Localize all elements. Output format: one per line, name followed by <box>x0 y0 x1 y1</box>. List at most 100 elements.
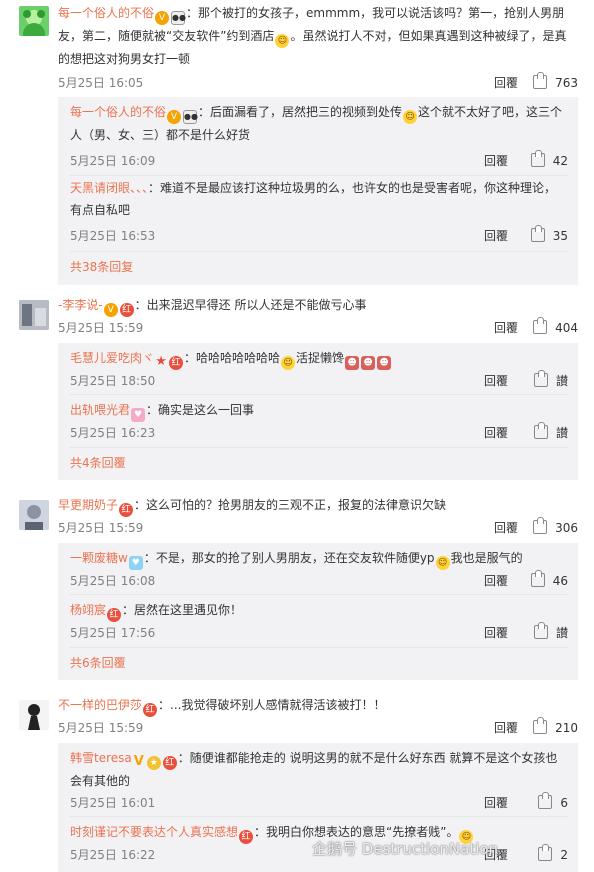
comment-thread: -李李说- V 红：出来混迟早得还 所以人还是不能做亏心事 5月25日 15:59 回… <box>0 290 594 490</box>
like-button[interactable]: 35 <box>530 225 568 247</box>
smile-emoji-icon: ☺ <box>435 556 450 570</box>
username-link[interactable]: 每一个俗人的不俗 <box>70 105 166 119</box>
divider <box>70 647 568 648</box>
more-replies-link[interactable]: 共6条回覆 <box>70 652 126 674</box>
avatar[interactable] <box>19 300 49 330</box>
like-button[interactable]: 42 <box>530 150 568 172</box>
thumbs-up-icon <box>530 225 545 242</box>
vip-badge-icon: V <box>155 11 170 25</box>
like-button[interactable]: 讃 <box>533 370 568 392</box>
username-link[interactable]: 每一个俗人的不俗 <box>58 6 154 20</box>
comment-time: 5月25日 15:59 <box>58 321 144 335</box>
username-link[interactable]: 一颗废糖w <box>70 551 128 565</box>
gold-badge-icon: ★ <box>146 756 161 770</box>
like-button[interactable]: 讃 <box>533 422 568 444</box>
divider <box>70 394 568 395</box>
comment-thread: 每一个俗人的不俗 V ●●：那个被打的女孩子，emmmm，我可以说活该吗？第一，抢别… <box>0 0 594 290</box>
like-button[interactable]: 讃 <box>533 622 568 644</box>
comment-thread: 不一样的巴伊莎红：...我觉得破坏别人感情就得活该被打！！ 5月25日 15:5… <box>0 690 594 872</box>
reply-button[interactable]: 回覆 <box>494 717 518 739</box>
panda-badge-icon: ●● <box>183 110 198 124</box>
thumbs-up-icon <box>533 72 548 89</box>
sticker-icon: ☻ <box>377 356 392 370</box>
thumbs-up-icon <box>533 717 548 734</box>
username-link[interactable]: -李李说- <box>58 298 103 312</box>
comment-time: 5月25日 18:50 <box>70 374 156 388</box>
reply-button[interactable]: 回覆 <box>484 370 508 392</box>
like-button[interactable]: 404 <box>533 317 578 339</box>
reply-button[interactable]: 回覆 <box>494 317 518 339</box>
heart-badge-icon: ♥ <box>131 408 146 422</box>
reply-button[interactable]: 回覆 <box>484 792 508 814</box>
sticker-icon: ☻ <box>345 356 360 370</box>
thumbs-up-icon <box>533 422 548 439</box>
thumbs-up-icon <box>538 844 553 861</box>
like-button[interactable]: 763 <box>533 72 578 94</box>
thumbs-up-icon <box>533 517 548 534</box>
reply-panel: 一颗废糖w ♥ ：不是，那女的抢了别人男朋友，还在交友软件随便yp ☺ 我也是服气的 5… <box>58 543 578 680</box>
avatar[interactable] <box>19 700 49 730</box>
like-button[interactable]: 2 <box>538 844 568 866</box>
reply-button[interactable]: 回覆 <box>494 517 518 539</box>
red-badge-icon: 红 <box>162 756 177 770</box>
more-replies-link[interactable]: 共38条回复 <box>70 256 133 278</box>
reply-button[interactable]: 回覆 <box>484 622 508 644</box>
verified-icon: V <box>133 754 144 769</box>
red-badge-icon: 红 <box>169 356 184 370</box>
like-button[interactable]: 46 <box>530 570 568 592</box>
thumbs-up-icon <box>533 317 548 334</box>
thumbs-up-icon <box>538 792 553 809</box>
divider <box>70 251 568 252</box>
red-badge-icon: 红 <box>119 303 134 317</box>
username-link[interactable]: 韩雪teresa <box>70 751 132 765</box>
comment-time: 5月25日 15:59 <box>58 721 144 735</box>
star-badge-icon: ★ <box>155 354 167 369</box>
vip-badge-icon: V <box>103 303 118 317</box>
comment-time: 5月25日 16:08 <box>70 574 156 588</box>
like-button[interactable]: 6 <box>538 792 568 814</box>
avatar[interactable] <box>19 500 49 530</box>
comment-time: 5月25日 17:56 <box>70 626 156 640</box>
reply-button[interactable]: 回覆 <box>484 225 508 247</box>
avatar[interactable] <box>19 6 49 36</box>
comment-time: 5月25日 16:53 <box>70 229 156 243</box>
username-link[interactable]: 出轨喂光君 <box>70 403 130 417</box>
reply-button[interactable]: 回覆 <box>484 150 508 172</box>
sticker-icon: ☻ <box>361 356 376 370</box>
username-link[interactable]: 早更期奶子 <box>58 498 118 512</box>
reply-button[interactable]: 回覆 <box>494 72 518 94</box>
username-link[interactable]: 毛慧儿爱吃肉ヾ <box>70 351 154 365</box>
username-link[interactable]: 天黑请闭眼、、、 <box>70 181 148 195</box>
reply-button[interactable]: 回覆 <box>484 422 508 444</box>
username-link[interactable]: 时刻谨记不要表达个人真实感想 <box>70 825 238 839</box>
comment-time: 5月25日 16:22 <box>70 848 156 862</box>
more-replies-link[interactable]: 共4条回覆 <box>70 452 126 474</box>
reply-panel: 毛慧儿爱吃肉ヾ★ 红：哈哈哈哈哈哈哈 ☺ 活捉懒馋 ☻ ☻ ☻ 5月25日 18:50 回覆讃… <box>58 343 578 480</box>
badge-icon: ♥ <box>128 556 143 570</box>
comment-thread: 早更期奶子红：这么可怕的？抢男朋友的三观不正，报复的法律意识欠缺 5月25日 1… <box>0 490 594 690</box>
panda-badge-icon: ●● <box>171 11 186 25</box>
red-badge-icon: 红 <box>143 703 158 717</box>
thumbs-up-icon <box>533 622 548 639</box>
like-button[interactable]: 306 <box>533 517 578 539</box>
reply-panel: 每一个俗人的不俗 V ●●：后面漏看了，居然把三的视频到处传 ☺ 这个就不太好了吧，这三… <box>58 97 578 285</box>
reply-button[interactable]: 回覆 <box>484 570 508 592</box>
comment-time: 5月25日 16:09 <box>70 154 156 168</box>
laugh-emoji-icon: ☺ <box>281 356 296 370</box>
comment-time: 5月25日 16:23 <box>70 426 156 440</box>
red-badge-icon: 红 <box>239 830 254 844</box>
red-badge-icon: 红 <box>107 608 122 622</box>
comment-text: 每一个俗人的不俗 V ●●：那个被打的女孩子，emmmm，我可以说活该吗？第一，抢别… <box>58 6 567 66</box>
red-badge-icon: 红 <box>119 503 134 517</box>
comment-time: 5月25日 15:59 <box>58 521 144 535</box>
username-link[interactable]: 不一样的巴伊莎 <box>58 698 142 712</box>
like-button[interactable]: 210 <box>533 717 578 739</box>
smile-emoji-icon: ☺ <box>275 34 290 48</box>
watermark: 企鹅号 DestructionNation <box>312 840 499 858</box>
divider <box>70 447 568 448</box>
username-link[interactable]: 杨翊宸 <box>70 603 106 617</box>
divider <box>70 594 568 595</box>
comment-time: 5月25日 16:01 <box>70 796 156 810</box>
vip-badge-icon: V <box>167 110 182 124</box>
comment-time: 5月25日 16:05 <box>58 76 144 90</box>
